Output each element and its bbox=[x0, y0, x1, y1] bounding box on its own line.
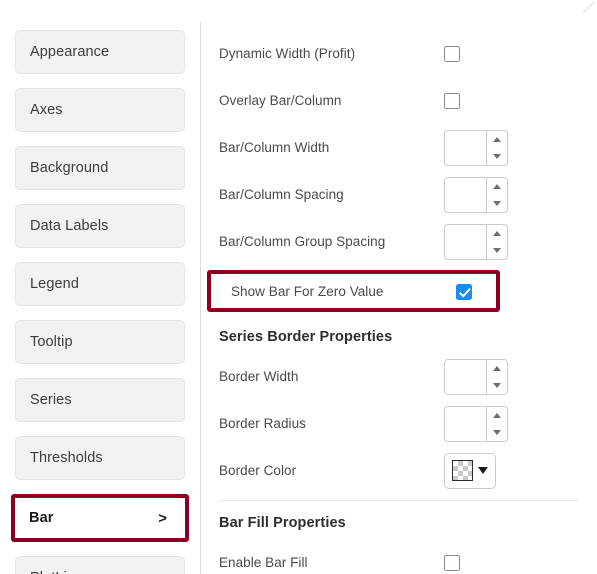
triangle-down-icon bbox=[493, 200, 501, 206]
stepper-down-button[interactable] bbox=[487, 242, 507, 259]
triangle-up-icon bbox=[493, 365, 501, 371]
row-enable-bar-fill: Enable Bar Fill bbox=[201, 539, 597, 574]
stepper-up-button[interactable] bbox=[487, 360, 507, 377]
triangle-up-icon bbox=[493, 230, 501, 236]
sidebar-item-bar[interactable]: Bar > bbox=[11, 494, 189, 542]
triangle-up-icon bbox=[493, 412, 501, 418]
bar-column-width-input[interactable] bbox=[445, 130, 486, 165]
enable-bar-fill-checkbox[interactable] bbox=[444, 554, 460, 571]
bar-column-group-spacing-input[interactable] bbox=[445, 224, 486, 259]
stepper-arrows[interactable] bbox=[486, 130, 507, 165]
sidebar-item-label: Appearance bbox=[30, 44, 110, 60]
stepper-up-button[interactable] bbox=[487, 407, 507, 424]
row-label: Border Width bbox=[219, 369, 299, 384]
row-border-radius: Border Radius bbox=[201, 400, 597, 447]
row-label: Border Radius bbox=[219, 416, 306, 431]
sidebar-item-label: Data Labels bbox=[30, 218, 109, 234]
bar-column-group-spacing-stepper[interactable] bbox=[444, 223, 508, 260]
row-bar-column-spacing: Bar/Column Spacing bbox=[201, 171, 597, 218]
stepper-down-button[interactable] bbox=[487, 195, 507, 212]
border-radius-stepper[interactable] bbox=[444, 405, 508, 442]
row-label: Show Bar For Zero Value bbox=[231, 284, 384, 299]
sidebar-item-legend[interactable]: Legend bbox=[15, 262, 185, 306]
sidebar-item-background[interactable]: Background bbox=[15, 146, 185, 190]
settings-panel-window: Appearance Axes Background Data Labels L… bbox=[0, 0, 597, 574]
stepper-arrows[interactable] bbox=[486, 224, 507, 259]
sidebar-item-plotlines[interactable]: PlotLines bbox=[15, 556, 185, 574]
dynamic-width-checkbox[interactable] bbox=[444, 45, 460, 62]
row-label: Enable Bar Fill bbox=[219, 555, 308, 570]
triangle-down-icon bbox=[493, 382, 501, 388]
row-bar-column-width: Bar/Column Width bbox=[201, 124, 597, 171]
border-color-picker[interactable] bbox=[444, 452, 496, 489]
bar-column-spacing-input[interactable] bbox=[445, 177, 486, 212]
row-label: Bar/Column Width bbox=[219, 140, 330, 155]
stepper-up-button[interactable] bbox=[487, 178, 507, 195]
show-bar-for-zero-value-checkbox[interactable] bbox=[456, 283, 472, 300]
row-bar-column-group-spacing: Bar/Column Group Spacing bbox=[201, 218, 597, 265]
sidebar-item-label: Legend bbox=[30, 276, 79, 292]
bar-settings-panel: Dynamic Width (Profit) Overlay Bar/Colum… bbox=[201, 0, 597, 574]
row-label: Bar/Column Spacing bbox=[219, 187, 344, 202]
row-border-color: Border Color bbox=[201, 447, 597, 494]
triangle-down-icon bbox=[493, 153, 501, 159]
sidebar-item-series[interactable]: Series bbox=[15, 378, 185, 422]
sidebar-item-label: Thresholds bbox=[30, 450, 103, 466]
border-width-input[interactable] bbox=[445, 359, 486, 394]
stepper-down-button[interactable] bbox=[487, 377, 507, 394]
row-label: Border Color bbox=[219, 463, 297, 478]
sidebar-item-label: Tooltip bbox=[30, 334, 73, 350]
row-label: Overlay Bar/Column bbox=[219, 93, 342, 108]
triangle-up-icon bbox=[493, 183, 501, 189]
sidebar-item-label: PlotLines bbox=[30, 570, 91, 574]
row-overlay-bar-column: Overlay Bar/Column bbox=[201, 77, 597, 124]
row-border-width: Border Width bbox=[201, 353, 597, 400]
stepper-arrows[interactable] bbox=[486, 359, 507, 394]
color-swatch-transparent-icon bbox=[452, 460, 473, 481]
bar-column-width-stepper[interactable] bbox=[444, 129, 508, 166]
sidebar-item-appearance[interactable]: Appearance bbox=[15, 30, 185, 74]
bar-column-spacing-stepper[interactable] bbox=[444, 176, 508, 213]
chevron-down-icon[interactable] bbox=[478, 467, 488, 474]
border-radius-input[interactable] bbox=[445, 406, 486, 441]
sidebar-item-label: Background bbox=[30, 160, 109, 176]
stepper-arrows[interactable] bbox=[486, 177, 507, 212]
stepper-arrows[interactable] bbox=[486, 406, 507, 441]
stepper-up-button[interactable] bbox=[487, 131, 507, 148]
sidebar-item-label: Axes bbox=[30, 102, 63, 118]
row-dynamic-width: Dynamic Width (Profit) bbox=[201, 30, 597, 77]
sidebar-item-axes[interactable]: Axes bbox=[15, 88, 185, 132]
overlay-bar-column-checkbox[interactable] bbox=[444, 92, 460, 109]
triangle-down-icon bbox=[493, 429, 501, 435]
sidebar-item-thresholds[interactable]: Thresholds bbox=[15, 436, 185, 480]
border-width-stepper[interactable] bbox=[444, 358, 508, 395]
stepper-down-button[interactable] bbox=[487, 148, 507, 165]
stepper-down-button[interactable] bbox=[487, 424, 507, 441]
stepper-up-button[interactable] bbox=[487, 225, 507, 242]
sidebar-item-label: Bar bbox=[29, 510, 54, 526]
section-title-bar-fill: Bar Fill Properties bbox=[219, 515, 346, 531]
sidebar-item-data-labels[interactable]: Data Labels bbox=[15, 204, 185, 248]
chevron-right-icon: > bbox=[158, 509, 167, 527]
sidebar-item-tooltip[interactable]: Tooltip bbox=[15, 320, 185, 364]
row-label: Dynamic Width (Profit) bbox=[219, 46, 356, 61]
triangle-up-icon bbox=[493, 136, 501, 142]
row-label: Bar/Column Group Spacing bbox=[219, 234, 386, 249]
settings-category-sidebar[interactable]: Appearance Axes Background Data Labels L… bbox=[0, 0, 200, 574]
triangle-down-icon bbox=[493, 247, 501, 253]
row-show-bar-for-zero-value: Show Bar For Zero Value bbox=[201, 268, 597, 315]
sidebar-item-label: Series bbox=[30, 392, 72, 408]
section-title-series-border: Series Border Properties bbox=[219, 329, 393, 345]
